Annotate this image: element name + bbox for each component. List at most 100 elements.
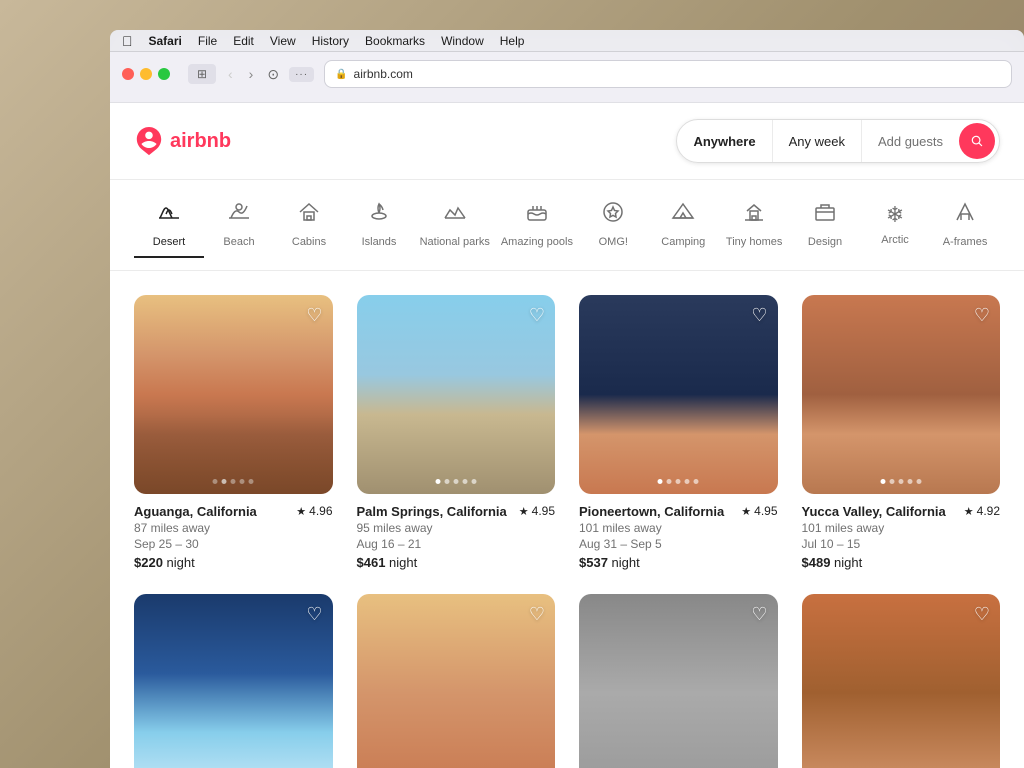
dot [444,479,449,484]
dot [249,479,254,484]
category-beach[interactable]: Beach [204,192,274,258]
wishlist-button-8[interactable]: ♡ [974,604,990,625]
dot-active [222,479,227,484]
view-menu[interactable]: View [270,34,296,48]
lock-icon: 🔒 [335,69,347,80]
listing-card-5[interactable]: ♡ Joshua Tree, California ★ 4.88 112 mil… [134,594,333,768]
listing-dates-3: Aug 31 – Sep 5 [579,537,778,551]
window-menu[interactable]: Window [441,34,484,48]
listing-dates-2: Aug 16 – 21 [357,537,556,551]
airbnb-header: airbnb Anywhere Any week Add guests [110,103,1024,180]
listing-card-1[interactable]: ♡ Aguanga, California [134,295,333,570]
traffic-lights [122,68,170,80]
category-omg[interactable]: OMG! [578,192,648,258]
category-national-parks-label: National parks [420,236,490,248]
category-amazing-pools[interactable]: Amazing pools [496,192,579,258]
listing-card-7[interactable]: ♡ [579,594,778,768]
listing-location-2: Palm Springs, California [357,504,507,519]
url-text: airbnb.com [354,67,413,81]
wishlist-button-2[interactable]: ♡ [529,305,545,326]
listing-image-7: ♡ [579,594,778,768]
a-frames-icon [953,200,977,230]
dot [916,479,921,484]
category-a-frames[interactable]: A-frames [930,192,1000,258]
category-tiny-homes-label: Tiny homes [726,236,782,248]
design-icon [813,200,837,230]
dot [667,479,672,484]
listing-image-8: ♡ [802,594,1001,768]
listing-location-1: Aguanga, California [134,504,257,519]
wishlist-button-5[interactable]: ♡ [306,604,322,625]
category-cabins-label: Cabins [292,236,326,248]
listing-card-3[interactable]: ♡ Pioneertown, California [579,295,778,570]
listing-card-6[interactable]: ♡ Borrego Springs, California 130 miles … [357,594,556,768]
listing-rating-3: ★ 4.95 [741,504,777,518]
history-menu[interactable]: History [312,34,349,48]
listing-rating-4: ★ 4.92 [964,504,1000,518]
dot [676,479,681,484]
apple-logo-icon:  [122,33,133,49]
arctic-icon: ❄ [886,202,904,228]
safari-menu[interactable]: Safari [149,34,182,48]
dots-indicator-3 [658,479,699,484]
browser-chrome: ⊞ ‹ › ⊙ ··· 🔒 airbnb.com [110,52,1024,103]
fullscreen-button[interactable] [158,68,170,80]
reader-mode-button[interactable]: ⊙ [267,66,279,83]
airbnb-logo[interactable]: airbnb [134,126,231,156]
listing-card-2[interactable]: ♡ Palm Springs, California [357,295,556,570]
dot [240,479,245,484]
star-icon: ★ [741,505,751,518]
close-button[interactable] [122,68,134,80]
search-button[interactable] [959,123,995,159]
listing-image-2: ♡ [357,295,556,494]
dot [213,479,218,484]
back-button[interactable]: ‹ [224,64,237,84]
star-icon: ★ [296,505,306,518]
dot [231,479,236,484]
forward-button[interactable]: › [245,64,258,84]
category-amazing-pools-label: Amazing pools [501,236,573,248]
listing-distance-4: 101 miles away [802,521,1001,535]
category-islands[interactable]: Islands [344,192,414,258]
address-bar[interactable]: 🔒 airbnb.com [324,60,1012,88]
search-bar: Anywhere Any week Add guests [676,119,1000,163]
wishlist-button-1[interactable]: ♡ [306,305,322,326]
category-camping[interactable]: Camping [648,192,718,258]
sidebar-toggle-button[interactable]: ⊞ [188,64,216,84]
category-desert[interactable]: Desert [134,192,204,258]
dots-indicator-1 [213,479,254,484]
bookmarks-menu[interactable]: Bookmarks [365,34,425,48]
guests-pill[interactable]: Add guests [862,120,959,162]
file-menu[interactable]: File [198,34,217,48]
wishlist-button-7[interactable]: ♡ [751,604,767,625]
dot [685,479,690,484]
wishlist-button-3[interactable]: ♡ [751,305,767,326]
listing-image-1: ♡ [134,295,333,494]
dot [462,479,467,484]
category-omg-label: OMG! [599,236,628,248]
listing-price-2: $461 night [357,555,556,570]
category-cabins[interactable]: Cabins [274,192,344,258]
listing-card-8[interactable]: ♡ [802,594,1001,768]
dot [889,479,894,484]
extensions-button[interactable]: ··· [289,67,314,82]
dot [471,479,476,484]
listing-image-4: ♡ [802,295,1001,494]
tiny-homes-icon [742,200,766,230]
wishlist-button-4[interactable]: ♡ [974,305,990,326]
category-tiny-homes[interactable]: Tiny homes [718,192,790,258]
location-pill[interactable]: Anywhere [677,120,772,162]
dots-indicator-4 [880,479,921,484]
help-menu[interactable]: Help [500,34,525,48]
minimize-button[interactable] [140,68,152,80]
edit-menu[interactable]: Edit [233,34,254,48]
category-arctic[interactable]: ❄ Arctic [860,194,930,256]
listing-image-6: ♡ [357,594,556,768]
category-beach-label: Beach [223,236,254,248]
wishlist-button-6[interactable]: ♡ [529,604,545,625]
date-pill[interactable]: Any week [773,120,862,162]
category-national-parks[interactable]: National parks [414,192,496,258]
listing-price-3: $537 night [579,555,778,570]
listing-card-4[interactable]: ♡ Yucca Valley, California [802,295,1001,570]
category-design[interactable]: Design [790,192,860,258]
